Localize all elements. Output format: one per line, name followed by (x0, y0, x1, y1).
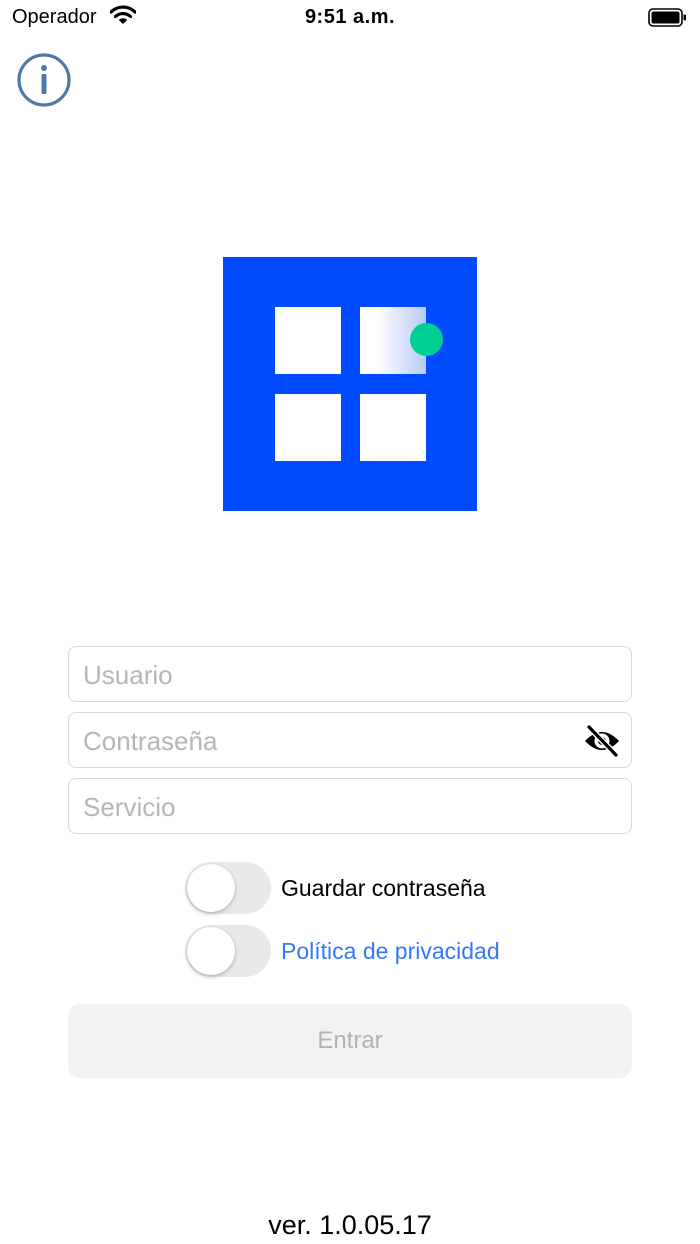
username-input[interactable] (81, 647, 585, 703)
logo-status-dot (410, 323, 443, 356)
toggle-knob (187, 864, 235, 912)
login-button[interactable]: Entrar (68, 1004, 632, 1078)
service-field-container (68, 778, 632, 835)
info-circle-icon (17, 53, 71, 107)
logo-tile (275, 394, 341, 461)
logo-tile (275, 307, 341, 374)
username-field-container (68, 646, 632, 703)
privacy-policy-link[interactable]: Política de privacidad (281, 938, 500, 965)
privacy-policy-toggle[interactable] (185, 925, 271, 977)
save-password-toggle[interactable] (185, 862, 271, 914)
service-input[interactable] (81, 779, 585, 835)
password-input[interactable] (81, 713, 585, 769)
toggle-knob (187, 927, 235, 975)
app-logo (223, 257, 477, 511)
version-label: ver. 1.0.05.17 (268, 1210, 432, 1240)
password-visibility-toggle[interactable] (582, 724, 622, 758)
eye-slash-icon (585, 724, 619, 758)
logo-tile (360, 394, 426, 461)
battery-icon (648, 7, 688, 34)
status-bar: Operador 9:51 a.m. (0, 0, 700, 36)
save-password-label: Guardar contraseña (281, 875, 486, 901)
info-button[interactable] (16, 53, 72, 109)
status-time: 9:51 a.m. (304, 6, 396, 28)
password-field-container (68, 712, 632, 769)
